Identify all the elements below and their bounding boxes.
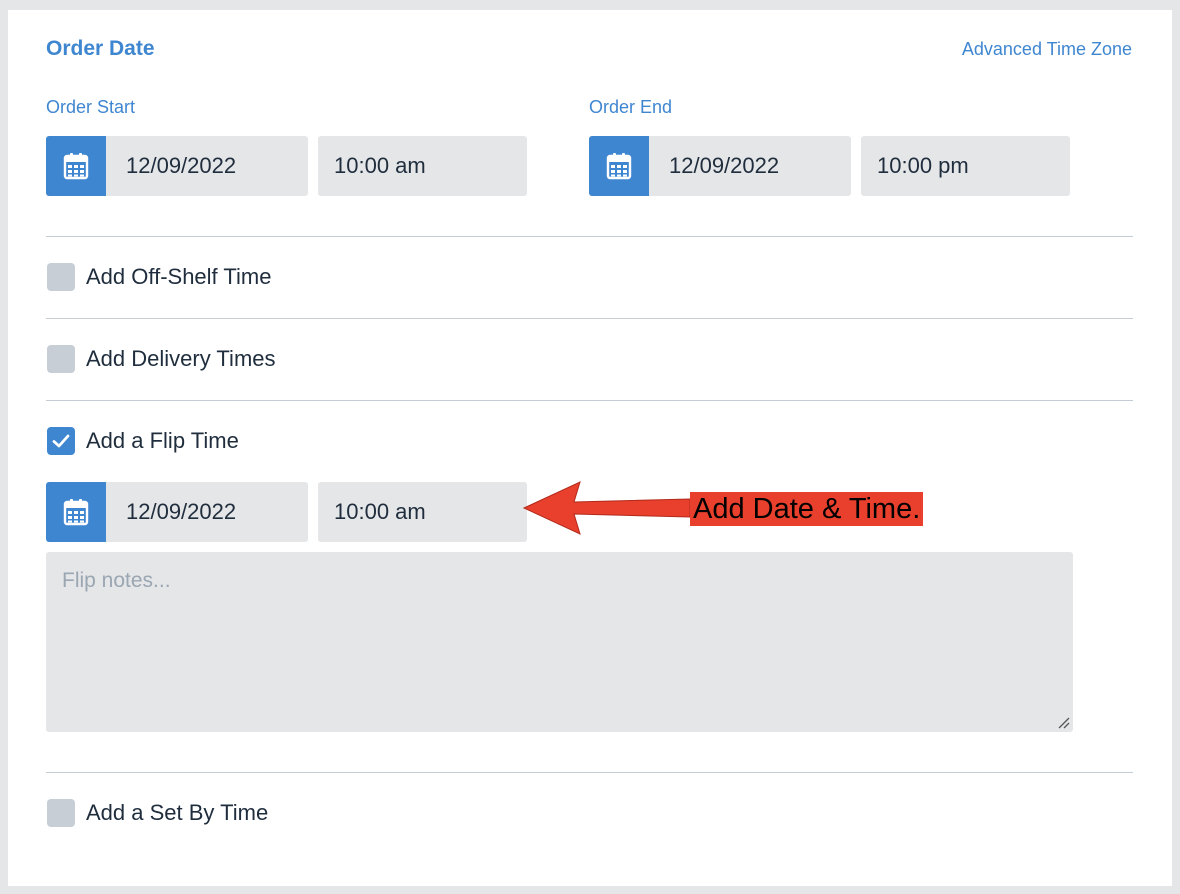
order-start-date-input[interactable]: 12/09/2022: [106, 136, 308, 196]
resize-handle-icon[interactable]: [1055, 714, 1071, 730]
off-shelf-label[interactable]: Add Off-Shelf Time: [86, 263, 271, 291]
flip-notes-placeholder: Flip notes...: [62, 569, 171, 592]
delivery-times-label[interactable]: Add Delivery Times: [86, 345, 276, 373]
delivery-times-checkbox[interactable]: [47, 345, 75, 373]
flip-time-checkbox[interactable]: [47, 427, 75, 455]
calendar-icon: [606, 153, 632, 180]
flip-time-input[interactable]: 10:00 am: [318, 482, 527, 542]
divider: [46, 236, 1133, 237]
callout-text: Add Date & Time.: [690, 492, 924, 526]
order-start-label: Order Start: [46, 97, 136, 117]
divider: [46, 400, 1133, 401]
divider: [46, 318, 1133, 319]
order-start-calendar-button[interactable]: [46, 136, 106, 196]
order-date-panel: Order Date Advanced Time Zone Order Star…: [8, 10, 1172, 886]
order-end-time-input[interactable]: 10:00 pm: [861, 136, 1070, 196]
advanced-time-zone-link[interactable]: Advanced Time Zone: [962, 38, 1132, 60]
divider: [46, 772, 1133, 773]
flip-date-input[interactable]: 12/09/2022: [106, 482, 308, 542]
order-start-time-input[interactable]: 10:00 am: [318, 136, 527, 196]
calendar-icon: [63, 153, 89, 180]
section-title: Order Date: [46, 37, 155, 60]
set-by-time-checkbox[interactable]: [47, 799, 75, 827]
set-by-time-label[interactable]: Add a Set By Time: [86, 799, 268, 827]
calendar-icon: [63, 499, 89, 526]
flip-notes-textarea[interactable]: Flip notes...: [46, 552, 1073, 732]
order-end-calendar-button[interactable]: [589, 136, 649, 196]
callout-arrow: [522, 481, 691, 535]
flip-time-label[interactable]: Add a Flip Time: [86, 427, 239, 455]
off-shelf-checkbox[interactable]: [47, 263, 75, 291]
order-end-date-input[interactable]: 12/09/2022: [649, 136, 851, 196]
flip-calendar-button[interactable]: [46, 482, 106, 542]
order-end-label: Order End: [589, 97, 673, 117]
checkmark-icon: [52, 434, 70, 448]
